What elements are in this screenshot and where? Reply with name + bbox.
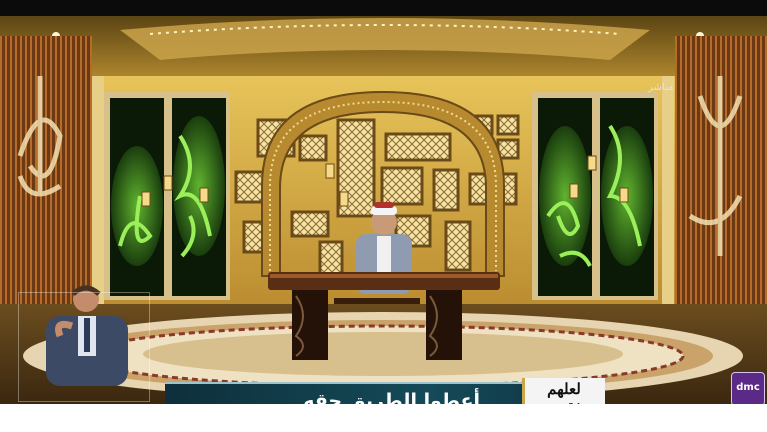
top-letterbox-bar [0, 0, 767, 16]
channel-logo-text: dmc [736, 382, 760, 393]
channel-watermark: مباشر [648, 82, 674, 93]
bottom-letterbox-bar [0, 404, 767, 432]
program-logo: لعلهم يفقهون [522, 378, 605, 404]
lower-third-headline: أعطوا الطريق حقه [303, 390, 480, 404]
program-logo-text: لعلهم يفقهون [541, 380, 586, 404]
video-frame: مباشر أعطوا الطريق حقه لعلهم يفقهون dmc [0, 0, 767, 432]
interpreter-inset-frame [18, 292, 150, 402]
tv-broadcast-still: مباشر أعطوا الطريق حقه لعلهم يفقهون [0, 16, 767, 404]
channel-logo: dmc [731, 372, 765, 406]
lower-third-banner: أعطوا الطريق حقه لعلهم يفقهون [165, 378, 605, 404]
